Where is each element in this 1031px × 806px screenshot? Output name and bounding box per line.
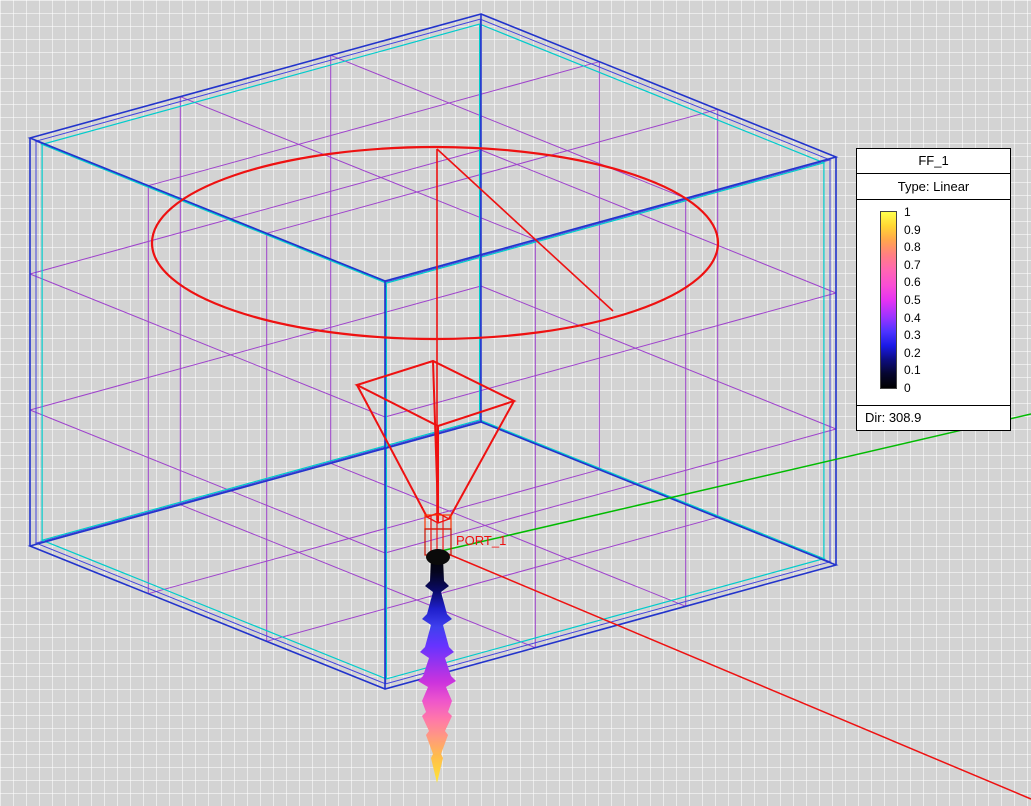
legend-directivity: Dir: 308.9: [857, 405, 1010, 430]
horn-antenna[interactable]: [357, 361, 514, 555]
legend-colorbar-section: 1 0.9 0.8 0.7 0.6 0.5 0.4 0.3 0.2 0.1 0: [857, 200, 1010, 405]
port-marker[interactable]: PORT_1: [426, 533, 506, 565]
tick-label: 0.2: [904, 346, 921, 360]
tick-label: 0: [904, 381, 921, 395]
tick-label: 0.1: [904, 363, 921, 377]
tick-label: 0.3: [904, 328, 921, 342]
x-axis: [441, 551, 1031, 799]
legend-title: FF_1: [857, 149, 1010, 174]
port-label: PORT_1: [456, 533, 506, 548]
colorbar-ticks: 1 0.9 0.8 0.7 0.6 0.5 0.4 0.3 0.2 0.1 0: [904, 205, 921, 395]
3d-viewport[interactable]: PORT_1 FF_1 Type: Linear 1 0.9 0.8 0.7 0…: [0, 0, 1031, 806]
legend-type-label: Type: Linear: [857, 174, 1010, 200]
tick-label: 0.9: [904, 223, 921, 237]
tick-label: 0.4: [904, 311, 921, 325]
tick-label: 0.8: [904, 240, 921, 254]
tick-label: 0.6: [904, 275, 921, 289]
far-field-request-circle[interactable]: [152, 147, 718, 520]
tick-label: 0.5: [904, 293, 921, 307]
y-axis: [441, 414, 1031, 551]
far-field-legend[interactable]: FF_1 Type: Linear 1 0.9 0.8 0.7 0.6 0.5 …: [856, 148, 1011, 431]
tick-label: 1: [904, 205, 921, 219]
colorbar-gradient: [880, 211, 897, 389]
axes: [441, 414, 1031, 799]
tick-label: 0.7: [904, 258, 921, 272]
